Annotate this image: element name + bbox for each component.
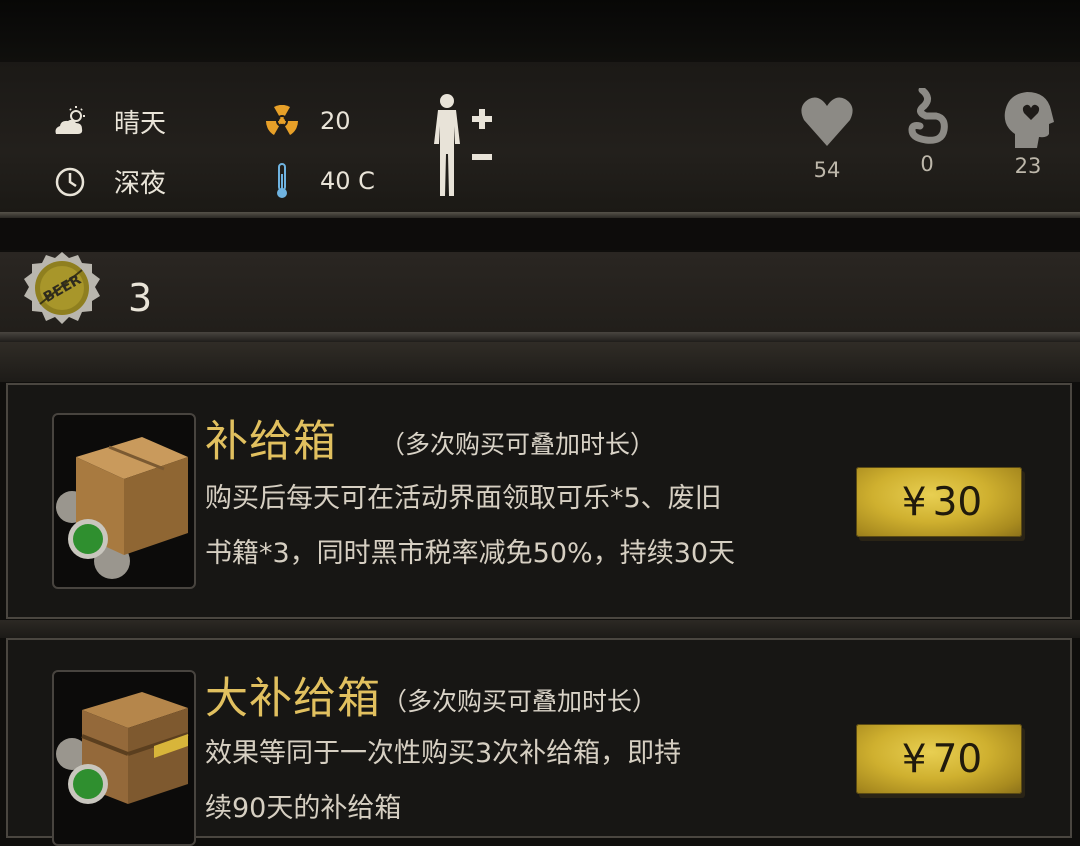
vital-heart: 54 [795, 94, 859, 182]
gap-band [0, 218, 1080, 250]
currency-bar [0, 252, 1080, 334]
head-icon [1004, 92, 1054, 148]
item-desc-line: 续90天的补给箱 [205, 793, 402, 824]
heart-icon [801, 97, 853, 146]
item-desc-line: 效果等同于一次性购买3次补给箱，即持 [205, 738, 682, 769]
head-value: 23 [1014, 154, 1042, 178]
currency-count: 3 [128, 276, 153, 320]
item-desc-line: 购买后每天可在活动界面领取可乐*5、废旧 [205, 483, 722, 514]
price-value: 70 [932, 736, 983, 782]
shop-item-large-supply-box[interactable]: 大补给箱 （多次购买可叠加时长） 效果等同于一次性购买3次补给箱，即持 续90天… [6, 638, 1072, 846]
temperature-stat: 40 C [264, 163, 375, 199]
clock-icon [52, 164, 88, 200]
vital-stomach: 0 [895, 88, 959, 176]
stomach-value: 0 [920, 152, 934, 176]
currency-symbol: ¥ [901, 736, 927, 782]
sun-cloud-icon [52, 104, 88, 140]
card-separator [0, 620, 1080, 638]
time-label: 深夜 [114, 169, 167, 199]
temperature-value: 40 C [320, 167, 375, 195]
item-title: 补给箱 [205, 417, 337, 467]
buy-price-button[interactable]: ¥ 70 [856, 724, 1022, 794]
item-description: 效果等同于一次性购买3次补给箱，即持 续90天的补给箱 [205, 726, 765, 836]
large-supply-crate-icon [52, 670, 196, 846]
price-value: 30 [932, 479, 983, 525]
vital-head: 23 [996, 90, 1060, 178]
item-subtitle: （多次购买可叠加时长） [380, 430, 656, 459]
radiation-stat: 20 [264, 103, 351, 139]
item-desc-line: 书籍*3，同时黑市税率减免50%，持续30天 [205, 538, 736, 569]
currency-symbol: ¥ [901, 479, 927, 525]
thermometer-icon [264, 163, 300, 199]
buy-price-button[interactable]: ¥ 30 [856, 467, 1022, 537]
shop-item-supply-box[interactable]: 补给箱 （多次购买可叠加时长） 购买后每天可在活动界面领取可乐*5、废旧 书籍*… [6, 383, 1072, 619]
weather-stat: 晴天 [52, 103, 166, 140]
item-description: 购买后每天可在活动界面领取可乐*5、废旧 书籍*3，同时黑市税率减免50%，持续… [205, 471, 765, 581]
radiation-icon [264, 103, 300, 139]
item-subtitle: （多次购买可叠加时长） [382, 687, 658, 716]
beer-cap-icon: BEER [22, 250, 102, 338]
currency-divider [0, 332, 1080, 342]
supply-box-icon [52, 413, 196, 589]
stomach-icon [908, 88, 948, 144]
weather-label: 晴天 [114, 109, 167, 139]
heart-value: 54 [813, 158, 841, 182]
radiation-value: 20 [320, 107, 351, 135]
time-stat: 深夜 [52, 163, 166, 200]
item-title: 大补给箱 [205, 674, 381, 724]
shop-header-band [0, 342, 1080, 382]
body-figure-icon[interactable] [428, 92, 498, 204]
